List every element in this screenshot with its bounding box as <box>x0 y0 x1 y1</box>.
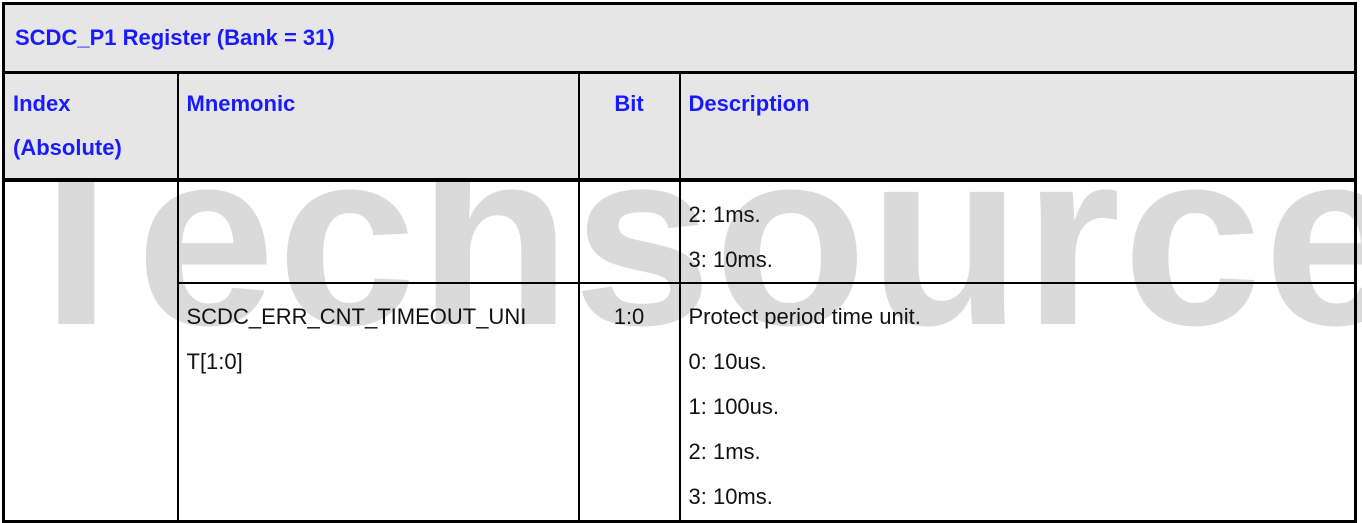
mnemonic-line: T[1:0] <box>186 349 243 374</box>
table-row: SCDC_ERR_CNT_TIMEOUT_UNI T[1:0] 1:0 Prot… <box>4 282 1357 523</box>
mnemonic-cell: SCDC_ERR_CNT_TIMEOUT_UNI T[1:0] <box>176 282 580 523</box>
header-mnemonic: Mnemonic <box>176 71 580 182</box>
description-line: 0: 10us. <box>688 349 767 374</box>
bit-cell <box>577 179 681 284</box>
register-table: SCDC_P1 Register (Bank = 31) Index (Abso… <box>2 2 1358 523</box>
description-line: 3: 10ms. <box>688 484 773 509</box>
table-header-row: Index (Absolute) Mnemonic Bit Descriptio… <box>2 71 1357 182</box>
description-line: 1: 100us. <box>688 394 780 419</box>
description-cell: 2: 1ms. 3: 10ms. <box>678 179 1357 284</box>
header-index-line2: (Absolute) <box>13 135 122 160</box>
header-index-line1: Index <box>13 91 71 116</box>
header-bit: Bit <box>577 71 681 182</box>
description-line: 3: 10ms. <box>688 247 773 272</box>
description-line: 2: 1ms. <box>688 202 761 227</box>
table-row: 2: 1ms. 3: 10ms. <box>2 179 1357 523</box>
table-title-row: SCDC_P1 Register (Bank = 31) <box>2 2 1357 74</box>
table-title: SCDC_P1 Register (Bank = 31) <box>2 2 1357 74</box>
mnemonic-line: SCDC_ERR_CNT_TIMEOUT_UNI <box>186 304 527 329</box>
description-cell: Protect period time unit. 0: 10us. 1: 10… <box>678 282 1357 523</box>
mnemonic-cell <box>176 179 580 284</box>
header-index: Index (Absolute) <box>2 71 179 182</box>
description-line: 2: 1ms. <box>688 439 761 464</box>
bit-cell: 1:0 <box>577 282 681 523</box>
description-line: Protect period time unit. <box>688 304 921 329</box>
index-cell <box>2 179 179 523</box>
header-description: Description <box>678 71 1357 182</box>
